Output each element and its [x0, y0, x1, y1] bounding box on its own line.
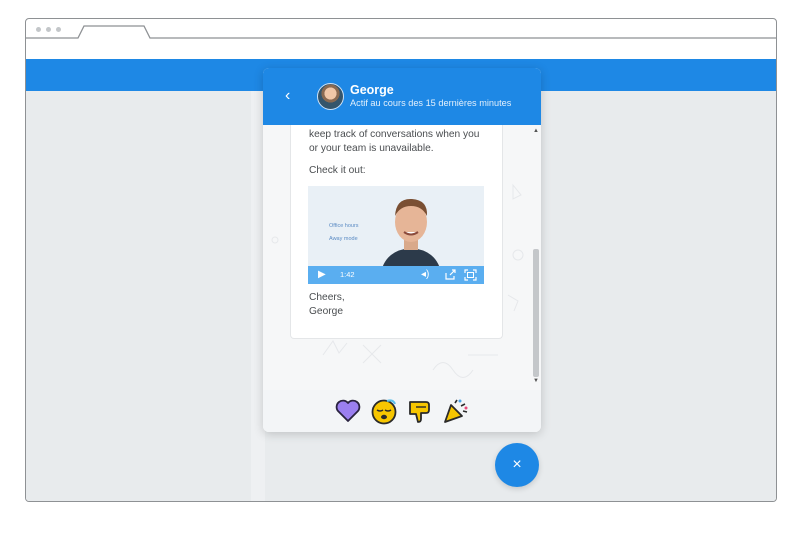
messenger-header: ‹ George Actif au cours des 15 dernières…: [263, 68, 541, 125]
close-icon: ×: [512, 456, 522, 473]
play-icon[interactable]: ▶: [318, 269, 326, 281]
video-thumbnail-person: [381, 198, 441, 272]
message-signoff: Cheers,: [309, 292, 345, 303]
window-controls[interactable]: [36, 27, 61, 32]
heart-icon[interactable]: [334, 397, 362, 425]
sleepy-face-icon[interactable]: [370, 397, 398, 425]
volume-icon[interactable]: ◂): [421, 269, 429, 281]
scroll-down-arrow[interactable]: ▼: [533, 378, 539, 384]
message-signature: George: [309, 306, 343, 317]
agent-name: George: [350, 83, 394, 97]
thumbs-down-icon[interactable]: [406, 397, 434, 425]
message-card: keep track of conversations when you or …: [290, 125, 503, 339]
browser-tab-bar: [26, 25, 776, 39]
conversation-body[interactable]: keep track of conversations when you or …: [263, 125, 541, 390]
avatar: [317, 83, 344, 110]
video-player[interactable]: Office hours Away mode ▶ 1:42 ◂): [308, 186, 484, 284]
scrollbar[interactable]: ▲ ▼: [533, 128, 539, 385]
agent-status: Actif au cours des 15 dernières minutes: [350, 98, 512, 108]
video-label: Office hours: [329, 223, 359, 229]
reaction-bar: [263, 390, 541, 432]
fullscreen-icon[interactable]: [464, 269, 477, 281]
video-label: Away mode: [329, 236, 358, 242]
close-messenger-button[interactable]: ×: [495, 443, 539, 487]
video-controls: ▶ 1:42 ◂): [308, 266, 484, 284]
scroll-up-arrow[interactable]: ▲: [533, 128, 539, 134]
share-icon[interactable]: [444, 269, 456, 281]
party-popper-icon[interactable]: [442, 397, 470, 425]
message-text-line: keep track of conversations when you: [309, 129, 480, 140]
message-text-line: Check it out:: [309, 165, 366, 176]
video-time: 1:42: [340, 270, 355, 279]
messenger-window: ‹ George Actif au cours des 15 dernières…: [263, 68, 541, 432]
scrollbar-thumb[interactable]: [533, 249, 539, 377]
message-text-line: or your team is unavailable.: [309, 143, 434, 154]
chevron-left-icon[interactable]: ‹: [285, 86, 290, 106]
